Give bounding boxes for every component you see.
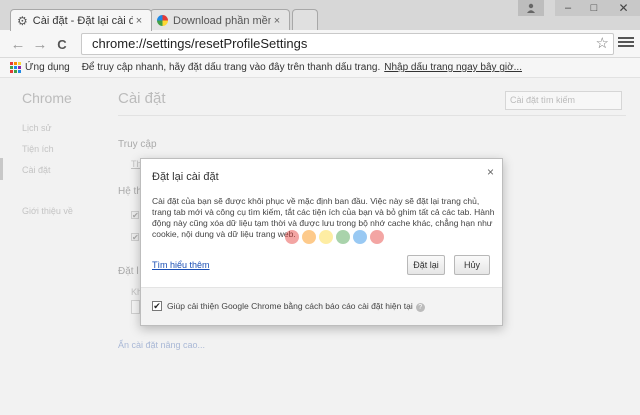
apps-grid-dot	[14, 62, 17, 65]
cancel-button[interactable]: Hủy	[454, 255, 490, 275]
close-window-button[interactable]: ✕	[607, 0, 640, 16]
report-settings-text: Giúp cải thiện Google Chrome bằng cách b…	[167, 301, 413, 311]
apps-grid-dot	[18, 62, 21, 65]
apps-grid-dot	[18, 70, 21, 73]
apps-grid-dot	[10, 66, 13, 69]
dialog-title: Đặt lại cài đặt	[152, 171, 219, 183]
watermark-dot	[302, 230, 316, 244]
title-bar: ⚙ Cài đặt - Đặt lại cài đặt × Download p…	[0, 0, 640, 31]
section-heading-system: Hệ th	[118, 186, 142, 197]
tab-settings[interactable]: ⚙ Cài đặt - Đặt lại cài đặt ×	[10, 9, 152, 31]
sidebar-item-extensions[interactable]: Tiện ích	[22, 144, 54, 154]
apps-grid-dot	[14, 66, 17, 69]
back-button[interactable]: ←	[8, 34, 28, 54]
learn-more-link[interactable]: Tìm hiểu thêm	[152, 260, 210, 270]
apps-grid-icon	[10, 62, 21, 73]
apps-grid-dot	[18, 66, 21, 69]
sidebar-title: Chrome	[22, 90, 72, 106]
dialog-close-icon[interactable]: ×	[487, 165, 494, 179]
section-heading-access: Truy cập	[118, 139, 157, 150]
bookmarks-hint: Để truy cập nhanh, hãy đặt dấu trang vào…	[81, 62, 381, 73]
page-title: Cài đặt	[118, 90, 166, 107]
browser-toolbar: ← → C chrome://settings/resetProfileSett…	[0, 30, 640, 58]
help-icon[interactable]: ?	[415, 303, 425, 312]
tab-close-icon[interactable]: ×	[133, 15, 145, 27]
new-tab-button[interactable]	[292, 9, 318, 31]
apps-grid-dot	[10, 62, 13, 65]
watermark-dot	[336, 230, 350, 244]
hide-advanced-settings-link[interactable]: Ẩn cài đặt nâng cao...	[118, 340, 205, 350]
apps-grid-dot	[10, 70, 13, 73]
settings-search-input[interactable]: Cài đặt tìm kiếm	[505, 91, 622, 110]
maximize-button[interactable]: □	[581, 0, 607, 16]
watermark-dot	[319, 230, 333, 244]
user-profile-icon[interactable]	[518, 0, 544, 16]
bookmarks-bar: Ứng dụng Để truy cập nhanh, hãy đặt dấu …	[0, 58, 640, 78]
sidebar-item-settings[interactable]: Cài đặt	[22, 165, 51, 175]
tab-label: Download phần mềm miễ	[173, 14, 271, 27]
site-favicon-icon	[157, 15, 168, 26]
chrome-menu-button[interactable]	[618, 35, 634, 51]
system-checkbox-2[interactable]: ✔	[131, 233, 139, 242]
apps-grid-dot	[14, 70, 17, 73]
tab-label: Cài đặt - Đặt lại cài đặt	[32, 14, 133, 27]
tab-close-icon[interactable]: ×	[271, 15, 283, 27]
tab-download[interactable]: Download phần mềm miễ ×	[150, 9, 290, 31]
system-checkbox-1[interactable]: ✔	[131, 211, 139, 220]
watermark-dot	[370, 230, 384, 244]
section-heading-reset: Đặt l	[118, 266, 139, 277]
url-text: chrome://settings/resetProfileSettings	[92, 36, 308, 51]
reset-button[interactable]: Đặt lại	[407, 255, 445, 275]
import-bookmarks-link[interactable]: Nhập dấu trang ngay bây giờ...	[384, 62, 522, 73]
address-bar[interactable]: chrome://settings/resetProfileSettings ☆	[81, 33, 614, 55]
sidebar-active-indicator	[0, 158, 3, 180]
report-settings-checkbox[interactable]: ✔	[152, 301, 162, 311]
bookmark-star-icon[interactable]: ☆	[596, 34, 609, 54]
watermark-dot	[285, 230, 299, 244]
sidebar-item-history[interactable]: Lịch sử	[22, 123, 52, 133]
header-divider	[118, 115, 626, 116]
watermark-logo	[285, 230, 384, 244]
reset-button-fragment[interactable]	[131, 300, 140, 314]
forward-button[interactable]: →	[30, 34, 50, 54]
minimize-button[interactable]: –	[555, 0, 581, 16]
reload-button[interactable]: C	[52, 34, 72, 54]
sidebar-item-about[interactable]: Giới thiệu về	[22, 206, 73, 216]
apps-shortcut[interactable]: Ứng dụng	[25, 62, 70, 73]
watermark-dot	[353, 230, 367, 244]
gear-icon: ⚙	[17, 13, 28, 28]
report-settings-label: Giúp cải thiện Google Chrome bằng cách b…	[167, 301, 425, 312]
